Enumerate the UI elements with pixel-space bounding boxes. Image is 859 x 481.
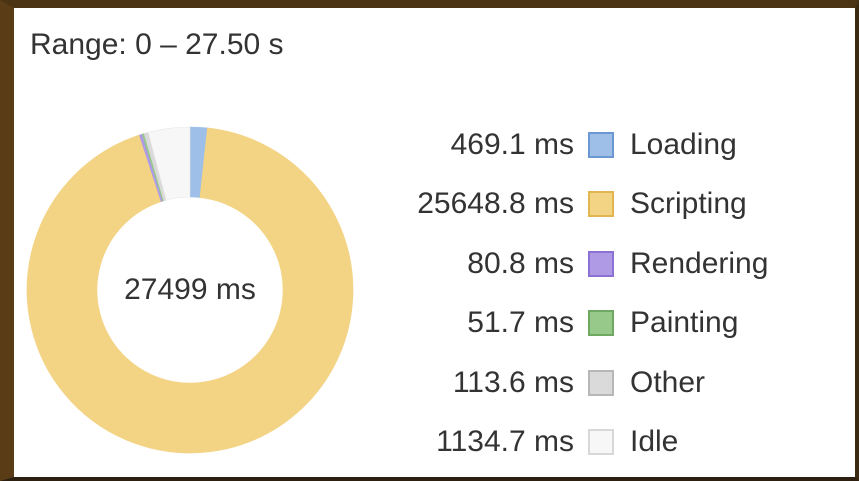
legend-row-idle: 1134.7 ms Idle: [380, 413, 768, 473]
legend-swatch-painting: [588, 310, 614, 337]
total-time-label: 27499 ms: [124, 273, 256, 306]
legend-value: 25648.8 ms: [417, 187, 574, 221]
legend-row-painting: 51.7 ms Painting: [380, 294, 768, 354]
legend-label: Rendering: [630, 246, 769, 280]
legend-value: 1134.7 ms: [436, 425, 574, 459]
legend-swatch-rendering: [588, 250, 614, 277]
legend-swatch-idle: [588, 429, 614, 456]
donut-chart: 27499 ms: [20, 120, 360, 460]
legend-value: 113.6 ms: [452, 365, 574, 399]
legend-label: Scripting: [630, 187, 747, 221]
legend-row-loading: 469.1 ms Loading: [380, 115, 768, 175]
window-frame: Range: 0 – 27.50 s 27499 ms 469.1 ms Load…: [0, 0, 859, 481]
legend-label: Idle: [630, 425, 679, 459]
legend-value: 469.1 ms: [450, 127, 574, 161]
legend-label: Loading: [630, 127, 737, 161]
legend-value: 51.7 ms: [467, 306, 574, 340]
legend-swatch-scripting: [588, 191, 614, 218]
legend-swatch-loading: [588, 131, 614, 158]
legend-swatch-other: [588, 369, 614, 396]
legend-row-other: 113.6 ms Other: [380, 353, 768, 413]
legend-row-scripting: 25648.8 ms Scripting: [380, 175, 768, 235]
legend-row-rendering: 80.8 ms Rendering: [380, 234, 768, 294]
legend-value: 80.8 ms: [467, 246, 574, 280]
legend-label: Other: [630, 365, 706, 399]
legend: 469.1 ms Loading 25648.8 ms Scripting 80.8 m…: [380, 115, 768, 472]
summary-panel: Range: 0 – 27.50 s 27499 ms 469.1 ms Load…: [14, 8, 855, 477]
range-label: Range: 0 – 27.50 s: [30, 28, 284, 61]
legend-label: Painting: [630, 306, 739, 340]
